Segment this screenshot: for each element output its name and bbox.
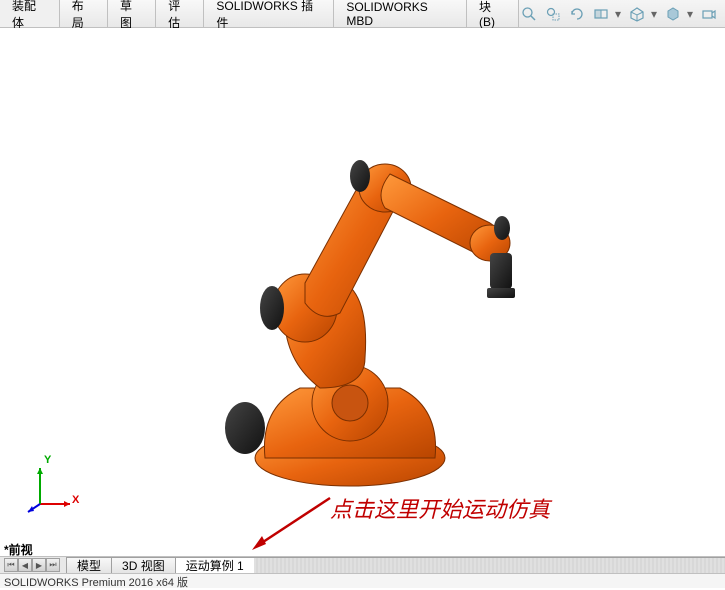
model-robot-arm bbox=[190, 128, 530, 488]
section-view-icon[interactable] bbox=[591, 4, 611, 24]
tab-sw-addins[interactable]: SOLIDWORKS 插件 bbox=[204, 0, 334, 27]
coordinate-triad: Y X bbox=[20, 456, 80, 516]
bottom-tabs-bar: ⏮ ◀ ▶ ⏭ 模型 3D 视图 运动算例 1 bbox=[0, 556, 725, 574]
tab-assembly[interactable]: 装配体 bbox=[0, 0, 60, 27]
status-bar: SOLIDWORKS Premium 2016 x64 版 bbox=[0, 574, 725, 588]
tab-evaluate[interactable]: 评估 bbox=[156, 0, 204, 27]
tab-sw-mbd[interactable]: SOLIDWORKS MBD bbox=[334, 0, 467, 27]
rotate-icon[interactable] bbox=[567, 4, 587, 24]
heads-up-toolbar: ▾ ▾ ▾ bbox=[519, 4, 725, 24]
axis-y-label: Y bbox=[44, 454, 51, 466]
tab-layout[interactable]: 布局 bbox=[60, 0, 108, 27]
nav-first-icon[interactable]: ⏮ bbox=[4, 558, 18, 572]
tab-model[interactable]: 模型 bbox=[66, 557, 112, 573]
scene-icon[interactable] bbox=[663, 4, 683, 24]
zoom-area-icon[interactable] bbox=[543, 4, 563, 24]
tab-sketch[interactable]: 草图 bbox=[108, 0, 156, 27]
chevron-down-icon[interactable]: ▾ bbox=[615, 7, 623, 21]
annotation-arrow-icon bbox=[248, 492, 338, 552]
axis-x-label: X bbox=[72, 494, 79, 506]
tab-3d-view[interactable]: 3D 视图 bbox=[111, 557, 176, 573]
chevron-down-icon[interactable]: ▾ bbox=[687, 7, 695, 21]
annotation-text: 点击这里开始运动仿真 bbox=[330, 492, 550, 524]
zoom-icon[interactable] bbox=[519, 4, 539, 24]
ribbon-tabs: 装配体 布局 草图 评估 SOLIDWORKS 插件 SOLIDWORKS MB… bbox=[0, 0, 725, 28]
graphics-viewport[interactable]: Y X 点击这里开始运动仿真 bbox=[0, 28, 725, 544]
chevron-down-icon[interactable]: ▾ bbox=[651, 7, 659, 21]
camera-icon[interactable] bbox=[699, 4, 719, 24]
nav-last-icon[interactable]: ⏭ bbox=[46, 558, 60, 572]
display-style-icon[interactable] bbox=[627, 4, 647, 24]
nav-next-icon[interactable]: ▶ bbox=[32, 558, 46, 572]
tab-nav-buttons: ⏮ ◀ ▶ ⏭ bbox=[4, 558, 60, 572]
nav-prev-icon[interactable]: ◀ bbox=[18, 558, 32, 572]
tab-motion-study-1[interactable]: 运动算例 1 bbox=[175, 557, 255, 573]
tab-block[interactable]: 块(B) bbox=[467, 0, 519, 27]
tab-filler bbox=[254, 557, 725, 573]
